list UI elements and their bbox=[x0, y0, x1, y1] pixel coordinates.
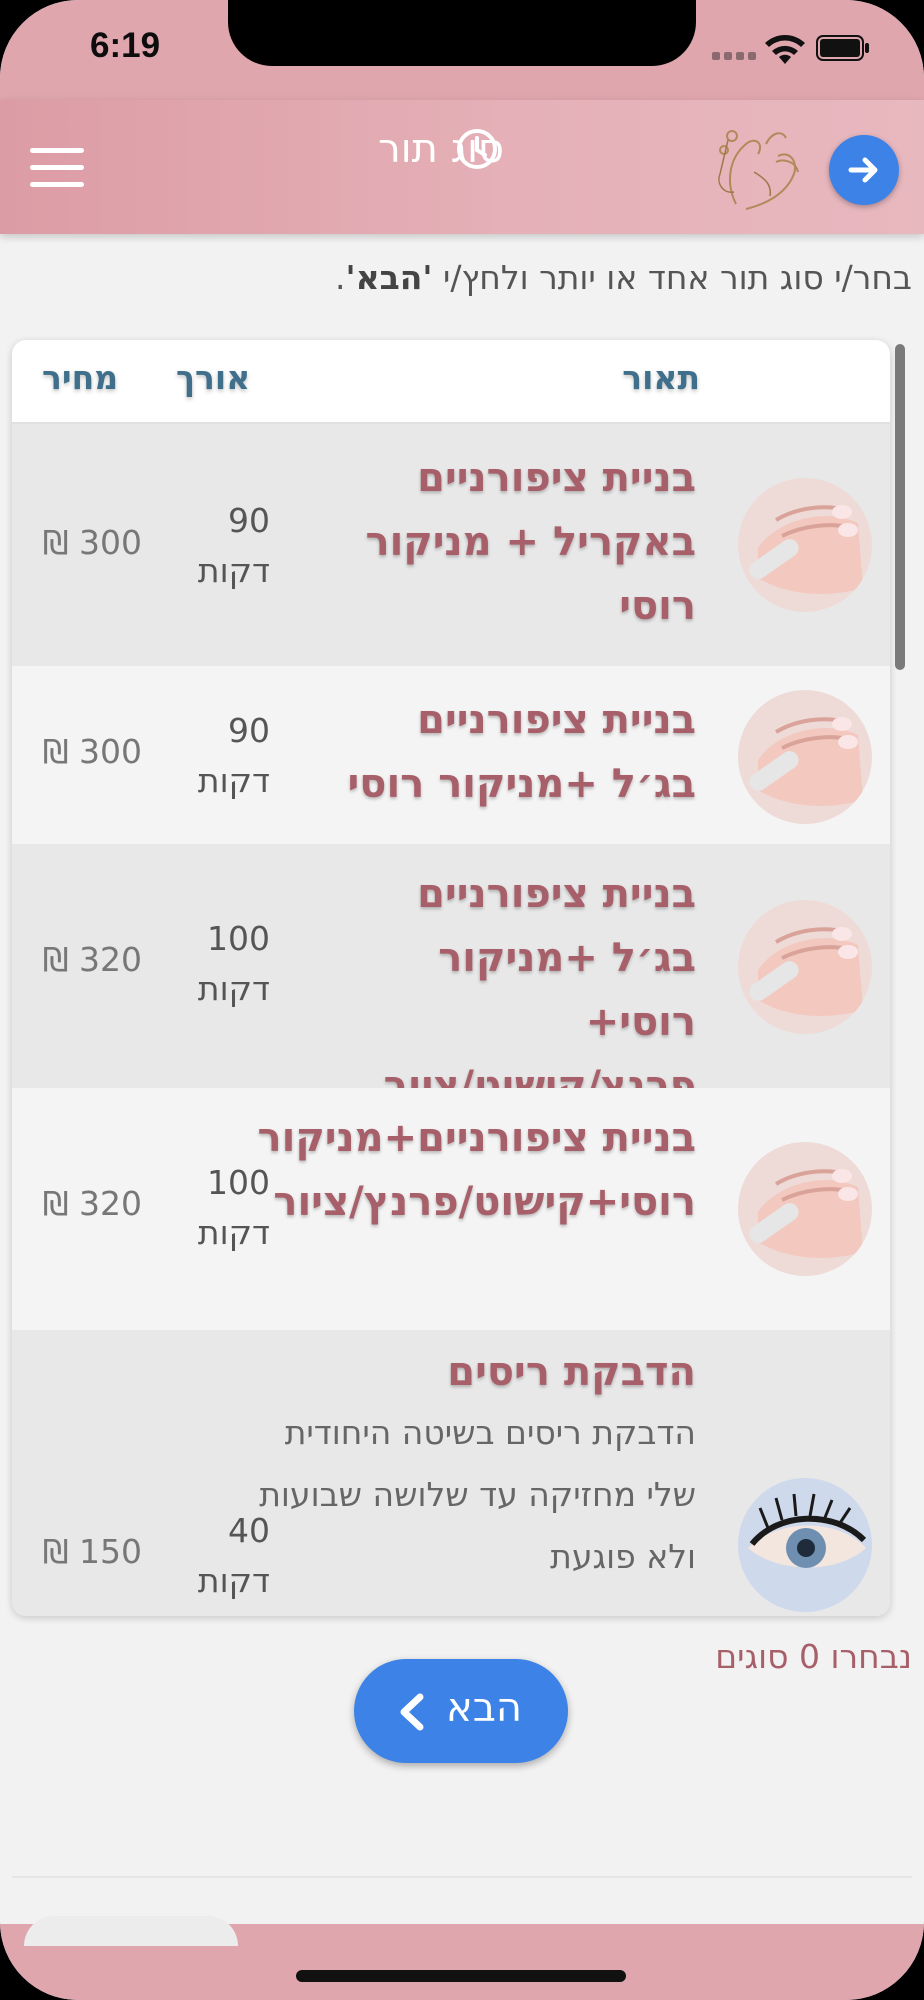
service-name: בניית ציפורניים בג׳ל +מניקור רוסי bbox=[347, 697, 696, 807]
table-row[interactable]: בניית ציפורניים בג׳ל +מניקור רוסי+ פרנץ/… bbox=[12, 844, 890, 1109]
service-price: 150 ₪ bbox=[42, 1532, 142, 1571]
nails-image bbox=[738, 900, 872, 1034]
header-length: אורך bbox=[176, 358, 251, 397]
service-description: הדבקת ריסים בשיטה היחודית שלי מחזיקה עד … bbox=[259, 1413, 696, 1576]
status-time: 6:19 bbox=[90, 26, 161, 65]
arrow-right-icon bbox=[848, 157, 878, 183]
table-row[interactable]: בניית ציפורניים באקריל + מניקור רוסי 90 ד… bbox=[12, 424, 890, 668]
chevron-left-icon bbox=[400, 1693, 424, 1731]
eyelash-image bbox=[738, 1478, 872, 1612]
battery-icon bbox=[816, 35, 869, 61]
footer-tab[interactable] bbox=[24, 1916, 238, 1946]
selected-count: נבחרו 0 סוגים bbox=[715, 1637, 912, 1676]
service-duration: 100 דקות bbox=[197, 919, 270, 1008]
nails-image bbox=[738, 478, 872, 612]
header-description: תאור bbox=[622, 358, 700, 397]
table-row[interactable]: בניית ציפורניים+מניקור רוסי+קישוט/פרנץ/צ… bbox=[12, 1088, 890, 1332]
service-price: 300 ₪ bbox=[42, 523, 142, 562]
service-name: בניית ציפורניים+מניקור רוסי+קישוט/פרנץ/צ… bbox=[257, 1115, 697, 1225]
app-screen: 6:19 סוג תור בחר/י סוג תור אחד או יותר ו… bbox=[0, 0, 924, 2000]
home-indicator bbox=[296, 1970, 626, 1982]
logo bbox=[718, 130, 799, 210]
service-duration: 100 דקות bbox=[197, 1163, 270, 1252]
divider bbox=[12, 1876, 912, 1878]
header-price: מחיר bbox=[42, 358, 119, 397]
table-scrollbar[interactable] bbox=[895, 344, 905, 670]
instruction-text: בחר/י סוג תור אחד או יותר ולחץ/י 'הבא'. bbox=[334, 258, 912, 297]
table-header: תאור אורך מחיר bbox=[12, 340, 890, 424]
nails-image bbox=[738, 1142, 872, 1276]
wifi-icon bbox=[765, 35, 805, 64]
service-name: בניית ציפורניים בג׳ל +מניקור רוסי+ פרנץ/… bbox=[383, 871, 696, 1109]
service-price: 300 ₪ bbox=[42, 732, 142, 771]
service-duration: 90 דקות bbox=[197, 711, 270, 800]
clock-icon bbox=[457, 129, 497, 169]
next-button-label: הבא bbox=[446, 1685, 522, 1731]
table-row[interactable]: בניית ציפורניים בג׳ל +מניקור רוסי 90 דקות… bbox=[12, 666, 890, 846]
menu-icon[interactable] bbox=[30, 148, 84, 188]
next-arrow-button[interactable] bbox=[829, 135, 899, 205]
service-name: בניית ציפורניים באקריל + מניקור רוסי bbox=[365, 455, 696, 629]
services-table: תאור אורך מחיר בניית ציפורניים באקריל + … bbox=[12, 340, 890, 1616]
next-button[interactable]: הבא bbox=[354, 1659, 568, 1763]
table-row[interactable]: הדבקת ריסים הדבקת ריסים בשיטה היחודית של… bbox=[12, 1330, 890, 1616]
notch bbox=[228, 0, 696, 66]
app-header: סוג תור bbox=[0, 100, 924, 234]
service-price: 320 ₪ bbox=[42, 1184, 142, 1223]
nails-image bbox=[738, 690, 872, 824]
signal-icon bbox=[712, 52, 758, 62]
service-duration: 90 דקות bbox=[197, 501, 270, 590]
service-duration: 40 דקות bbox=[197, 1511, 270, 1600]
service-price: 320 ₪ bbox=[42, 940, 142, 979]
status-bar: 6:19 bbox=[0, 0, 924, 100]
service-name: הדבקת ריסים bbox=[447, 1349, 696, 1395]
